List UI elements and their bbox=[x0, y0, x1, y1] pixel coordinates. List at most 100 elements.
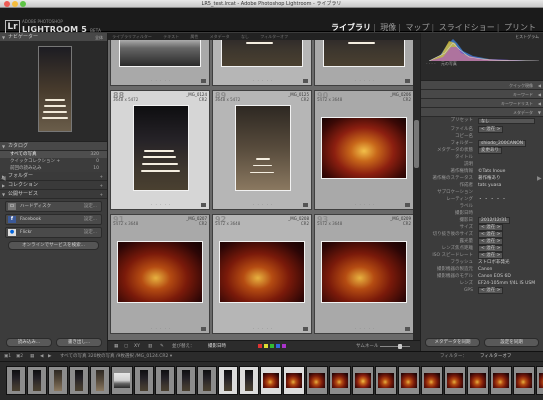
service-hard-disk[interactable]: ▭ ハードディスク 設定... bbox=[5, 201, 102, 212]
metadata-field-value[interactable]: < 混在 > bbox=[478, 238, 504, 245]
filmstrip-thumbnail[interactable] bbox=[90, 366, 110, 395]
sync-settings-button[interactable]: 設定を同期 bbox=[484, 338, 539, 347]
catalog-item-quick-collection[interactable]: クイックコレクション + 0 bbox=[0, 158, 107, 165]
filmstrip[interactable] bbox=[0, 361, 543, 400]
metadata-field-value[interactable]: 著作権あり bbox=[478, 175, 501, 182]
grid-cell[interactable]: 93 _MG_0209 5472 x 3648 CR2 · · · · · bbox=[314, 214, 413, 334]
photo-thumbnail[interactable] bbox=[323, 40, 405, 67]
export-button[interactable]: 書き出し... bbox=[56, 338, 102, 347]
filter-none[interactable]: なし bbox=[241, 34, 249, 39]
badge-icon[interactable] bbox=[201, 79, 206, 83]
metadata-field-value[interactable]: ストロボ非発光 bbox=[478, 259, 510, 266]
filter-off[interactable]: フィルターオフ bbox=[260, 34, 288, 39]
grid-view[interactable]: · · · · · · · · · · · · · · · 88 _MG_0124 364… bbox=[108, 40, 413, 340]
metadata-field-value[interactable]: < 混在 > bbox=[478, 245, 504, 252]
histogram[interactable]: - - - - 元の写真 ヒストグラム bbox=[421, 33, 543, 81]
grid-cell[interactable]: · · · · · bbox=[212, 40, 312, 86]
service-setup[interactable]: 設定... bbox=[84, 215, 97, 224]
keywords-header[interactable]: キーワード ◀ bbox=[421, 90, 543, 99]
rating-dots[interactable]: · · · · · bbox=[151, 326, 171, 331]
grid-cell[interactable]: 88 _MG_0124 3648 x 5472 CR2 · · · · · bbox=[110, 90, 210, 210]
catalog-item-previous-import[interactable]: 前回の読み込み 10 bbox=[0, 165, 107, 172]
forward-icon[interactable]: ▶ bbox=[48, 352, 51, 361]
navigator-preview[interactable] bbox=[0, 42, 107, 142]
rating-dots[interactable]: · · · · · bbox=[355, 202, 375, 207]
sync-metadata-button[interactable]: メタデータを同期 bbox=[425, 338, 480, 347]
filmstrip-thumbnail[interactable] bbox=[536, 366, 543, 395]
module-map[interactable]: マップ bbox=[406, 23, 430, 32]
filmstrip-thumbnail[interactable] bbox=[444, 366, 466, 395]
metadata-field-value[interactable]: Canon EOS 6D bbox=[478, 273, 511, 280]
service-facebook[interactable]: f Facebook 設定... bbox=[5, 214, 102, 225]
collections-header[interactable]: ▶ コレクション + bbox=[0, 181, 107, 190]
publish-services-header[interactable]: ▼ 公開サービス + bbox=[0, 190, 107, 199]
thumbnail-slider-knob[interactable] bbox=[398, 344, 402, 349]
sort-value[interactable]: 撮影日時 bbox=[208, 343, 226, 350]
catalog-header[interactable]: ▼ カタログ bbox=[0, 142, 107, 151]
loupe-view-icon[interactable]: ▢ bbox=[124, 343, 128, 350]
right-panel-toggle-icon[interactable]: ▶ bbox=[537, 175, 542, 185]
grid-scrollbar[interactable] bbox=[413, 40, 420, 340]
display-2-icon[interactable]: ▣2 bbox=[16, 352, 23, 361]
filmstrip-thumbnail[interactable] bbox=[329, 366, 351, 395]
photo-thumbnail[interactable] bbox=[117, 241, 203, 303]
filmstrip-filter-value[interactable]: フィルターオフ bbox=[480, 352, 511, 361]
filter-text[interactable]: テキスト bbox=[163, 34, 179, 39]
photo-thumbnail[interactable] bbox=[321, 117, 407, 179]
badge-icon[interactable] bbox=[303, 79, 308, 83]
filmstrip-thumbnail[interactable] bbox=[111, 366, 133, 395]
survey-view-icon[interactable]: ▥ bbox=[148, 343, 152, 350]
metadata-field-value[interactable]: ©Tats Inoue bbox=[478, 168, 505, 175]
navigator-header[interactable]: ▼ ナビゲーター 全体 bbox=[0, 33, 107, 42]
filmstrip-path[interactable]: すべての写真 320枚の写真 /9枚選択 /MG_0124.CR2 ▾ bbox=[60, 352, 172, 361]
label-green[interactable] bbox=[270, 344, 274, 348]
rating-dots[interactable]: · · · · · bbox=[151, 202, 171, 207]
filmstrip-thumbnail[interactable] bbox=[306, 366, 328, 395]
label-purple[interactable] bbox=[282, 344, 286, 348]
photo-thumbnail[interactable] bbox=[321, 241, 407, 303]
scrollbar-thumb[interactable] bbox=[414, 120, 419, 168]
catalog-item-all-photos[interactable]: すべての写真 320 bbox=[0, 151, 107, 158]
folders-header[interactable]: ▶ フォルダー + bbox=[0, 172, 107, 181]
metadata-field-value[interactable]: 変更あり bbox=[478, 147, 502, 154]
import-button[interactable]: 読み込み... bbox=[6, 338, 52, 347]
filmstrip-thumbnail[interactable] bbox=[467, 366, 489, 395]
grid-cell[interactable]: · · · · · bbox=[110, 40, 210, 86]
metadata-header[interactable]: メタデータ ▼ bbox=[421, 108, 543, 117]
navigator-fit[interactable]: 全体 bbox=[95, 33, 103, 42]
find-online-services-button[interactable]: オンラインでサービスを検索... bbox=[8, 241, 99, 250]
label-blue[interactable] bbox=[276, 344, 280, 348]
photo-thumbnail[interactable] bbox=[133, 105, 189, 191]
quick-develop-header[interactable]: クイック現像 ◀ bbox=[421, 81, 543, 90]
rating-dots[interactable]: · · · · · bbox=[253, 202, 273, 207]
service-setup[interactable]: 設定... bbox=[84, 202, 97, 211]
label-yellow[interactable] bbox=[264, 344, 268, 348]
add-collection-icon[interactable]: + bbox=[100, 181, 103, 190]
grid-cell[interactable]: 91 _MG_0207 5472 x 3648 CR2 · · · · · bbox=[110, 214, 210, 334]
filmstrip-thumbnail[interactable] bbox=[218, 366, 238, 395]
back-icon[interactable]: ◀ bbox=[40, 352, 43, 361]
metadata-field-value[interactable]: Canon bbox=[478, 266, 492, 273]
metadata-field-value[interactable]: shiodo_200CANON bbox=[478, 140, 527, 147]
rating-dots[interactable]: · · · · · bbox=[355, 326, 375, 331]
filmstrip-thumbnail[interactable] bbox=[260, 366, 282, 395]
filmstrip-thumbnail[interactable] bbox=[398, 366, 420, 395]
metadata-field-value[interactable]: < 混在 > bbox=[478, 287, 504, 294]
service-setup[interactable]: 設定... bbox=[84, 228, 97, 237]
filmstrip-thumbnail[interactable] bbox=[513, 366, 535, 395]
display-1-icon[interactable]: ▣1 bbox=[4, 352, 11, 361]
module-library[interactable]: ライブラリ bbox=[331, 23, 371, 32]
filmstrip-thumbnail[interactable] bbox=[155, 366, 175, 395]
filmstrip-thumbnail[interactable] bbox=[375, 366, 397, 395]
filmstrip-thumbnail[interactable] bbox=[69, 366, 89, 395]
add-service-icon[interactable]: + bbox=[100, 190, 103, 199]
badge-icon[interactable] bbox=[405, 327, 410, 331]
painter-icon[interactable]: ✎ bbox=[160, 343, 164, 350]
metadata-field-value[interactable]: 2012/12/31 bbox=[478, 217, 510, 224]
photo-thumbnail[interactable] bbox=[119, 40, 201, 67]
filmstrip-thumbnail[interactable] bbox=[27, 366, 47, 395]
metadata-field-value[interactable]: EF24-105mm f/4L IS USM bbox=[478, 280, 535, 287]
grid-cell[interactable]: · · · · · bbox=[314, 40, 413, 86]
metadata-field-value[interactable]: tats yuasa bbox=[478, 182, 501, 189]
filmstrip-thumbnail[interactable] bbox=[6, 366, 26, 395]
